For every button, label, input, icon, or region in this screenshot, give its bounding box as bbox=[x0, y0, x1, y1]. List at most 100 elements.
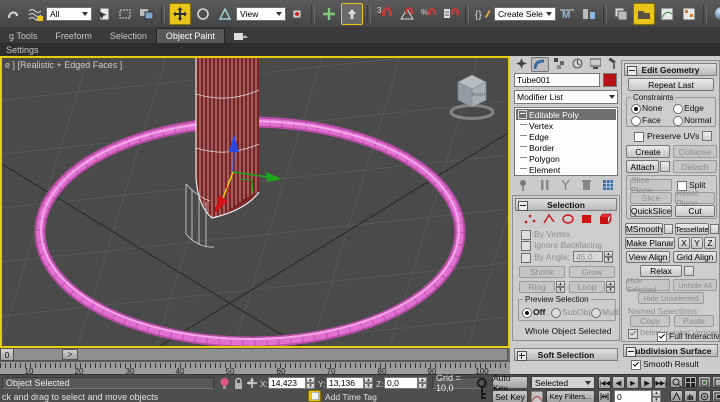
paste-button[interactable]: Paste bbox=[674, 315, 714, 327]
preserve-uvs-settings-button[interactable] bbox=[702, 131, 712, 141]
preview-multi-radio[interactable] bbox=[591, 308, 601, 318]
named-selection-set-field[interactable]: Create Selection Se bbox=[494, 7, 556, 21]
viewport-label[interactable]: e ] [Realistic + Edged Faces ] bbox=[5, 60, 122, 70]
configure-modifier-sets-icon[interactable] bbox=[602, 179, 614, 191]
zoom-extents-icon[interactable] bbox=[698, 376, 711, 388]
collapse-icon[interactable] bbox=[626, 347, 636, 357]
curve-editor-icon[interactable] bbox=[657, 4, 677, 24]
edit-named-selection-sets-icon[interactable]: {} bbox=[473, 4, 493, 24]
ring-button[interactable]: Ring bbox=[519, 281, 555, 293]
spinner-snap-icon[interactable] bbox=[441, 4, 461, 24]
select-and-manipulate-icon[interactable] bbox=[319, 4, 339, 24]
ribbon-settings-panel[interactable]: Settings bbox=[6, 45, 39, 55]
material-editor-icon[interactable] bbox=[711, 4, 720, 24]
time-tag-icon[interactable] bbox=[308, 390, 321, 402]
element-subobject-icon[interactable] bbox=[599, 213, 613, 225]
selection-rollout-header[interactable]: Selection bbox=[515, 198, 617, 211]
stack-row-border[interactable]: Border bbox=[516, 142, 616, 153]
collapse-icon[interactable] bbox=[627, 66, 637, 76]
reference-coordinate-dropdown[interactable]: View bbox=[236, 7, 286, 21]
by-angle-field[interactable]: 45,0 bbox=[573, 251, 603, 262]
previous-frame-button[interactable]: ◀| bbox=[612, 376, 625, 389]
time-slider-handle[interactable]: 0 bbox=[0, 348, 14, 361]
slice-plane-button[interactable]: Slice Plane bbox=[630, 179, 672, 191]
reset-plane-button[interactable]: Reset Plane bbox=[675, 192, 715, 204]
stack-row-editable-poly[interactable]: Editable Poly bbox=[516, 109, 616, 120]
percent-snap-icon[interactable]: % bbox=[419, 4, 439, 24]
stack-row-edge[interactable]: Edge bbox=[516, 131, 616, 142]
soft-selection-rollout-header[interactable]: Soft Selection bbox=[514, 348, 618, 361]
go-to-start-button[interactable]: |◀◀ bbox=[598, 376, 611, 389]
stack-row-vertex[interactable]: Vertex bbox=[516, 120, 616, 131]
grow-button[interactable]: Grow bbox=[569, 266, 615, 278]
attach-settings-button[interactable] bbox=[660, 161, 670, 172]
subdivision-surface-header[interactable]: Subdivision Surface bbox=[623, 344, 718, 357]
unhide-all-button[interactable]: Unhide All bbox=[673, 279, 717, 291]
use-pivot-point-icon[interactable] bbox=[287, 4, 307, 24]
shrink-button[interactable]: Shrink bbox=[519, 266, 565, 278]
quickslice-button[interactable]: QuickSlice bbox=[630, 205, 672, 217]
grid-align-button[interactable]: Grid Align bbox=[673, 251, 717, 263]
viewcube[interactable]: RIGHT bbox=[451, 75, 493, 119]
copy-button[interactable]: Copy bbox=[630, 315, 670, 327]
msmooth-button[interactable]: MSmooth bbox=[625, 223, 663, 235]
maximize-viewport-icon[interactable] bbox=[712, 390, 720, 402]
set-key-mode-icon[interactable] bbox=[474, 377, 490, 401]
window-crossing-icon[interactable] bbox=[137, 4, 157, 24]
select-and-scale-button[interactable] bbox=[215, 4, 235, 24]
attach-button[interactable]: Attach bbox=[626, 160, 659, 173]
graphite-ribbon-toggle[interactable] bbox=[633, 3, 655, 25]
undo-icon[interactable] bbox=[3, 4, 23, 24]
selection-filter-dropdown[interactable]: All bbox=[46, 7, 92, 21]
snap-toggle-3d-icon[interactable]: 3 bbox=[375, 4, 395, 24]
edge-subobject-icon[interactable] bbox=[542, 213, 556, 225]
field-of-view-icon[interactable] bbox=[670, 390, 683, 402]
x-spinner[interactable]: ▲▼ bbox=[306, 377, 315, 389]
collapse-button[interactable]: Collapse bbox=[673, 145, 717, 158]
add-time-tag-label[interactable]: Add Time Tag bbox=[325, 392, 377, 402]
hide-selected-button[interactable]: Hide Selected bbox=[626, 279, 670, 291]
by-vertex-checkbox[interactable] bbox=[521, 230, 531, 240]
polygon-subobject-icon[interactable] bbox=[580, 213, 594, 225]
loop-button[interactable]: Loop bbox=[569, 281, 605, 293]
layer-manager-icon[interactable] bbox=[611, 4, 631, 24]
remove-modifier-icon[interactable] bbox=[581, 179, 592, 191]
y-coordinate-field[interactable]: 13,136 bbox=[326, 377, 364, 389]
pan-hand-icon[interactable] bbox=[684, 390, 697, 402]
planar-z-button[interactable]: Z bbox=[704, 237, 716, 249]
ribbon-minimize-icon[interactable] bbox=[225, 30, 257, 43]
z-coordinate-field[interactable]: 0,0 bbox=[384, 377, 418, 389]
hide-unselected-button[interactable]: Hide Unselected bbox=[638, 292, 704, 304]
y-spinner[interactable]: ▲▼ bbox=[364, 377, 373, 389]
isolate-selection-icon[interactable] bbox=[219, 377, 230, 390]
z-spinner[interactable]: ▲▼ bbox=[418, 377, 427, 389]
preview-subobj-radio[interactable] bbox=[551, 308, 561, 318]
keyboard-shortcut-override-button[interactable] bbox=[341, 3, 363, 25]
tab-object-paint[interactable]: Object Paint bbox=[156, 28, 225, 43]
tab-create-icon[interactable] bbox=[513, 57, 529, 70]
go-to-end-button[interactable]: ▶▶| bbox=[654, 376, 667, 389]
selection-lock-icon[interactable] bbox=[233, 377, 244, 390]
tab-hierarchy-icon[interactable] bbox=[551, 57, 567, 70]
select-and-rotate-button[interactable] bbox=[193, 4, 213, 24]
preserve-uvs-checkbox[interactable] bbox=[634, 132, 644, 142]
make-planar-button[interactable]: Make Planar bbox=[625, 237, 675, 249]
selection-set-dropdown[interactable]: Selected bbox=[531, 376, 595, 389]
tab-utilities-icon[interactable] bbox=[605, 57, 621, 70]
angle-snap-icon[interactable] bbox=[397, 4, 417, 24]
zoom-icon[interactable] bbox=[670, 376, 683, 388]
full-interactivity-checkbox[interactable] bbox=[657, 332, 667, 342]
pin-stack-icon[interactable] bbox=[518, 179, 529, 191]
constraint-none-radio[interactable] bbox=[631, 104, 641, 114]
tab-motion-icon[interactable] bbox=[569, 57, 585, 70]
edit-geometry-header[interactable]: Edit Geometry bbox=[624, 63, 717, 76]
collapse-icon[interactable] bbox=[518, 110, 527, 119]
current-frame-field[interactable]: 0 bbox=[614, 390, 652, 402]
tab-selection[interactable]: Selection bbox=[101, 29, 156, 43]
object-name-field[interactable]: Tube001 bbox=[514, 73, 600, 87]
play-button[interactable]: ▶ bbox=[626, 376, 639, 389]
view-align-button[interactable]: View Align bbox=[626, 251, 670, 263]
zoom-extents-all-icon[interactable] bbox=[712, 376, 720, 388]
constraint-edge-radio[interactable] bbox=[673, 104, 683, 114]
rectangular-selection-region-icon[interactable] bbox=[115, 4, 135, 24]
